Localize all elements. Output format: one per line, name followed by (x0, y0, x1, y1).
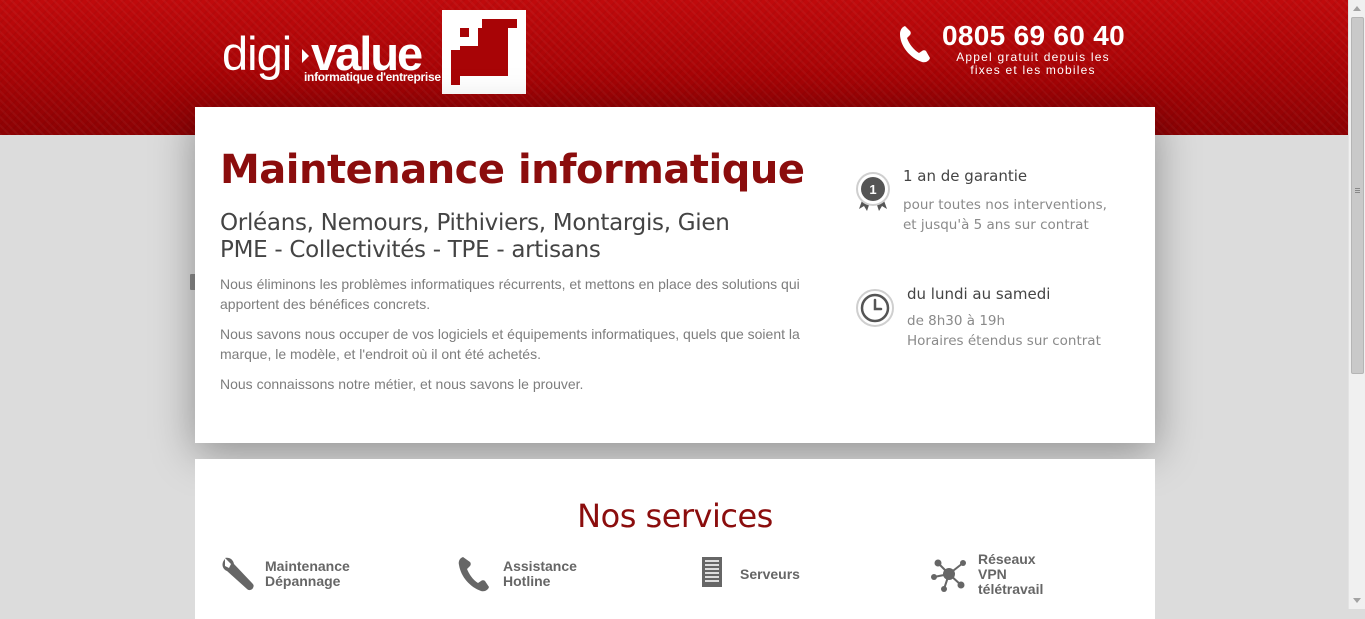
services-title: Nos services (577, 497, 773, 535)
feature-hours: du lundi au samedi de 8h30 à 19h Horaire… (855, 285, 1135, 365)
network-icon (931, 559, 966, 592)
scrollbar-thumb[interactable] (1351, 17, 1364, 374)
logo[interactable]: digi value informatique d'entreprise (222, 10, 532, 94)
intro-card: Maintenance informatique Orléans, Nemour… (195, 107, 1155, 443)
logo-tagline: informatique d'entreprise (304, 70, 441, 84)
phone-contact[interactable]: 0805 69 60 40 Appel gratuit depuis les f… (898, 20, 1138, 80)
scroll-down-arrow-icon[interactable] (1353, 598, 1361, 603)
feature-line: de 8h30 à 19h (907, 313, 1006, 329)
feature-line: Horaires étendus sur contrat (907, 333, 1101, 349)
feature-text: de 8h30 à 19h Horaires étendus sur contr… (907, 311, 1101, 351)
page-title: Maintenance informatique (220, 147, 805, 193)
feature-line: et jusqu'à 5 ans sur contrat (903, 217, 1089, 233)
logo-word-digi: digi (222, 27, 292, 80)
phone-number[interactable]: 0805 69 60 40 (942, 20, 1125, 52)
logo-arrow (302, 49, 309, 63)
phone-handset-icon (458, 557, 489, 592)
feature-title: du lundi au samedi (907, 285, 1051, 303)
phone-icon (900, 26, 930, 63)
intro-paragraph: Nous éliminons les problèmes informatiqu… (220, 276, 800, 312)
server-icon (702, 557, 722, 587)
vertical-scrollbar[interactable] (1348, 0, 1365, 609)
wrench-icon (222, 557, 254, 591)
scroll-up-arrow-icon[interactable] (1353, 6, 1361, 11)
award-badge-number: 1 (869, 182, 876, 197)
subtitle-cities: Orléans, Nemours, Pithiviers, Montargis,… (220, 210, 730, 236)
page-subtitle: Orléans, Nemours, Pithiviers, Montargis,… (220, 210, 730, 264)
feature-title: 1 an de garantie (903, 167, 1028, 185)
feature-warranty: 1 1 an de garantie pour toutes nos inter… (853, 167, 1133, 247)
services-section: Nos services Maintenance Dépannage Assis… (195, 459, 1155, 619)
intro-paragraph: Nous savons nous occuper de vos logiciel… (220, 326, 800, 362)
phone-subtext: Appel gratuit depuis les fixes et les mo… (956, 50, 1110, 77)
clock-icon (856, 289, 894, 327)
service-label: Serveurs (740, 566, 800, 582)
scrollbar-grip-icon (1355, 188, 1360, 189)
feature-text: pour toutes nos interventions, et jusqu'… (903, 195, 1107, 235)
award-medal-icon: 1 (856, 172, 890, 211)
service-label: Réseaux VPN télétravail (978, 551, 1044, 597)
feature-line: pour toutes nos interventions, (903, 197, 1107, 213)
service-label: Maintenance Dépannage (265, 558, 350, 589)
logo-mark-icon (442, 10, 526, 94)
service-label: Assistance Hotline (503, 558, 577, 589)
intro-paragraph: Nous connaissons notre métier, et nous s… (220, 376, 584, 392)
subtitle-clients: PME - Collectivités - TPE - artisans (220, 237, 601, 263)
